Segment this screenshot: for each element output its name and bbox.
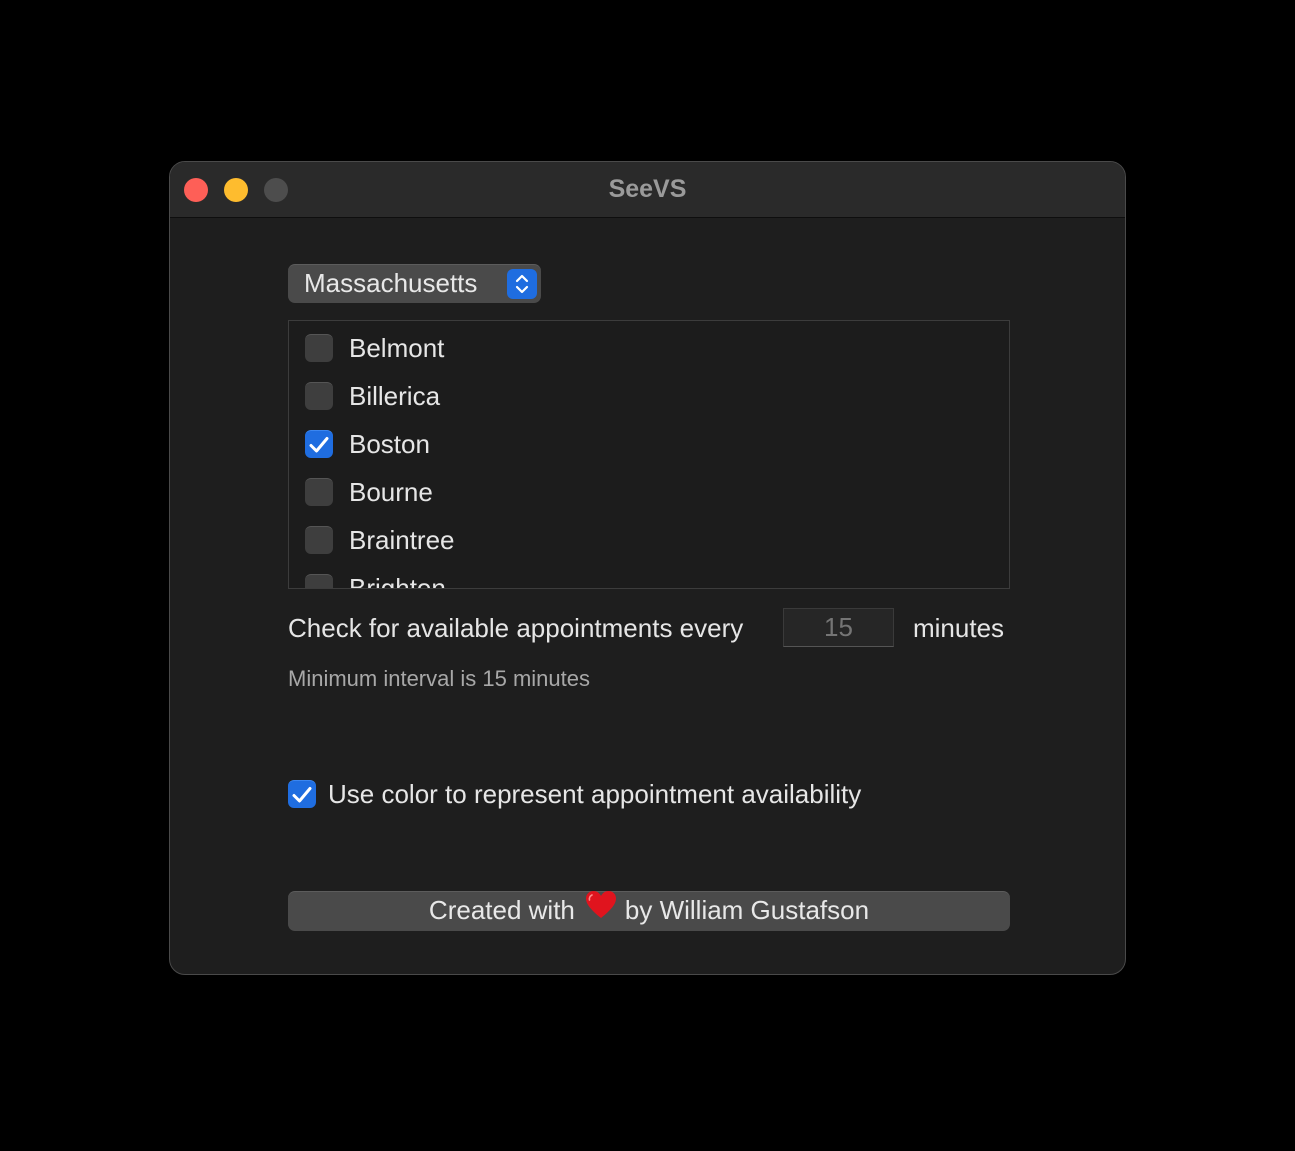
- color-availability-option[interactable]: Use color to represent appointment avail…: [288, 774, 928, 814]
- location-item[interactable]: Billerica: [305, 371, 985, 419]
- location-label: Billerica: [349, 381, 441, 411]
- location-item[interactable]: Brighton: [305, 563, 985, 589]
- location-list[interactable]: Belmont Billerica Boston Bourne Braintree Bri…: [288, 320, 1010, 589]
- interval-input[interactable]: [783, 608, 894, 647]
- title-bar[interactable]: SeeVS: [170, 162, 1125, 218]
- location-label: Braintree: [349, 525, 455, 555]
- location-item[interactable]: Boston: [305, 419, 985, 467]
- state-select[interactable]: Massachusetts: [288, 264, 541, 303]
- location-checkbox[interactable]: [305, 526, 333, 554]
- chevron-updown-icon: [507, 269, 537, 299]
- location-label: Belmont: [349, 333, 445, 363]
- location-item[interactable]: Belmont: [305, 323, 985, 371]
- location-checkbox[interactable]: [305, 334, 333, 362]
- credit-prefix: Created with: [428, 895, 575, 925]
- app-window: SeeVS Massachusetts Belmont Billerica Bost…: [169, 161, 1126, 975]
- interval-unit-label: minutes: [913, 613, 1005, 643]
- location-label: Bourne: [349, 477, 433, 507]
- state-select-value: Massachusetts: [304, 268, 478, 298]
- credit-button[interactable]: Created with by William Gustafson: [288, 891, 1010, 931]
- color-availability-label: Use color to represent appointment avail…: [328, 779, 862, 809]
- location-label: Brighton: [349, 573, 446, 589]
- location-item[interactable]: Braintree: [305, 515, 985, 563]
- location-checkbox[interactable]: [305, 574, 333, 588]
- color-availability-checkbox[interactable]: [288, 780, 316, 808]
- interval-hint: Minimum interval is 15 minutes: [288, 666, 590, 691]
- location-checkbox[interactable]: [305, 478, 333, 506]
- location-checkbox[interactable]: [305, 430, 333, 458]
- window-title: SeeVS: [608, 175, 687, 203]
- interval-label: Check for available appointments every: [288, 613, 744, 643]
- location-checkbox[interactable]: [305, 382, 333, 410]
- credit-suffix: by William Gustafson: [624, 895, 870, 925]
- heart-icon: [585, 890, 617, 930]
- location-item[interactable]: Bourne: [305, 467, 985, 515]
- location-label: Boston: [349, 429, 430, 459]
